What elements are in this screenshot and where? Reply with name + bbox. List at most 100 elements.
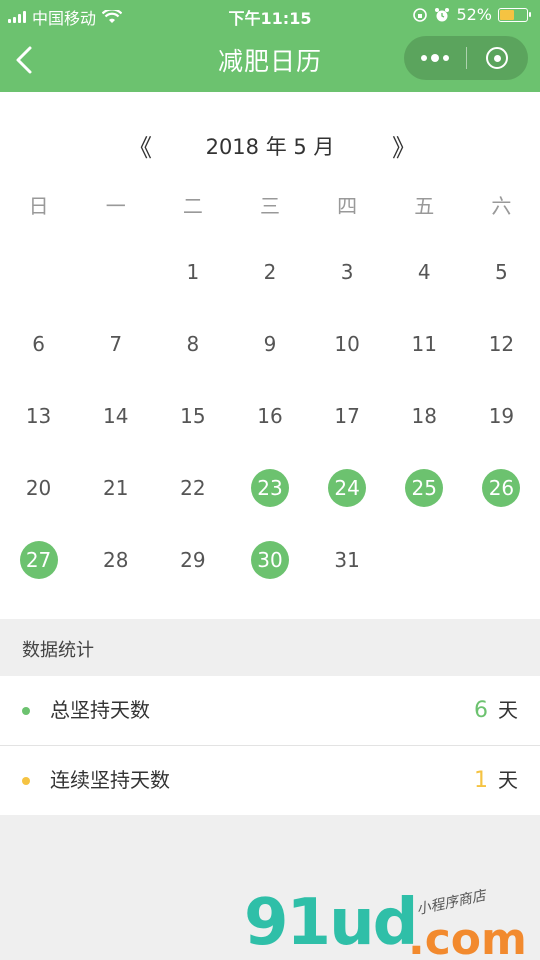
day-cell: 9 <box>231 308 308 380</box>
day[interactable]: 9 <box>251 325 289 363</box>
day-cell: 19 <box>463 380 540 452</box>
day-checked[interactable]: 30 <box>250 541 289 579</box>
month-navigator: 《 2018 年 5 月 》 <box>0 128 540 163</box>
day[interactable]: 16 <box>251 397 289 435</box>
day-cell: 2 <box>231 236 308 308</box>
day-cell: 7 <box>77 308 154 380</box>
streak-days-value: 1 <box>474 768 488 793</box>
day[interactable]: 20 <box>20 469 58 507</box>
battery-percent: 52% <box>456 5 492 24</box>
day[interactable]: 21 <box>97 469 135 507</box>
day[interactable]: 15 <box>174 397 212 435</box>
day-cell: 5 <box>463 236 540 308</box>
day-cell: 3 <box>309 236 386 308</box>
mini-program-capsule <box>404 36 528 80</box>
alarm-icon <box>435 7 450 21</box>
day[interactable]: 28 <box>97 541 135 579</box>
day-cell: 16 <box>231 380 308 452</box>
battery-icon <box>498 7 531 22</box>
battery-fill <box>500 9 514 20</box>
status-right: 52% <box>412 5 531 24</box>
weekday-label: 一 <box>105 194 126 218</box>
day[interactable]: 1 <box>174 253 212 291</box>
day-cell: 30 <box>231 524 308 596</box>
streak-days-unit: 天 <box>498 768 518 792</box>
day-cell: 10 <box>309 308 386 380</box>
day-cell: 15 <box>154 380 231 452</box>
day-checked[interactable]: 24 <box>328 469 367 507</box>
weekday-label: 二 <box>182 194 203 218</box>
day-cell: 20 <box>0 452 77 524</box>
day-cell: 18 <box>386 380 463 452</box>
month-label: 2018 年 5 月 <box>205 135 335 159</box>
calendar-panel: 《 2018 年 5 月 》 日 一 二 三 四 五 六 1 2 3 4 5 6 7 8 9 10… <box>0 92 540 619</box>
more-dots-icon <box>420 53 449 62</box>
day[interactable]: 22 <box>174 469 212 507</box>
watermark-logo: 91ud <box>244 886 418 960</box>
day[interactable]: 5 <box>482 253 520 291</box>
app-header: 中国移动 下午11:15 52% 减肥日历 <box>0 0 540 92</box>
day-cell: 29 <box>154 524 231 596</box>
day[interactable]: 17 <box>328 397 366 435</box>
watermark-domain: .com <box>408 914 527 960</box>
day-cell: 28 <box>77 524 154 596</box>
more-button[interactable] <box>404 36 466 80</box>
day[interactable]: 18 <box>405 397 443 435</box>
total-dot <box>22 707 30 715</box>
weekday-label: 日 <box>28 194 49 218</box>
day-cell: 8 <box>154 308 231 380</box>
day-cell: 31 <box>309 524 386 596</box>
watermark: 91ud .com 小程序商店 <box>240 880 540 960</box>
day-cell: 23 <box>231 452 308 524</box>
day-cell: 22 <box>154 452 231 524</box>
day[interactable]: 19 <box>482 397 520 435</box>
status-bar: 中国移动 下午11:15 52% <box>0 0 540 30</box>
day-cell: 27 <box>0 524 77 596</box>
day[interactable]: 7 <box>97 325 135 363</box>
day-cell: 4 <box>386 236 463 308</box>
day-grid: 1 2 3 4 5 6 7 8 9 10 11 12 13 14 15 16 17 18 19 20 21 22 23 24 2… <box>0 236 540 596</box>
day-cell: 25 <box>386 452 463 524</box>
day[interactable]: 14 <box>97 397 135 435</box>
empty-day-cell <box>77 236 154 308</box>
day[interactable]: 11 <box>405 325 443 363</box>
day-cell: 12 <box>463 308 540 380</box>
day-cell: 6 <box>0 308 77 380</box>
total-days-label: 总坚持天数 <box>50 698 150 722</box>
total-days-unit: 天 <box>498 698 518 722</box>
weekday-label: 五 <box>414 194 435 218</box>
day[interactable]: 12 <box>482 325 520 363</box>
day-cell: 14 <box>77 380 154 452</box>
day-checked[interactable]: 27 <box>19 541 58 579</box>
weekday-header: 日 一 二 三 四 五 六 <box>0 190 540 219</box>
day[interactable]: 8 <box>174 325 212 363</box>
day[interactable]: 6 <box>20 325 58 363</box>
day[interactable]: 29 <box>174 541 212 579</box>
day[interactable]: 10 <box>328 325 366 363</box>
day[interactable]: 4 <box>405 253 443 291</box>
weekday-label: 六 <box>491 194 512 218</box>
empty-day-cell <box>0 236 77 308</box>
stats-section-title: 数据统计 <box>0 619 540 676</box>
day-cell: 21 <box>77 452 154 524</box>
day-cell: 13 <box>0 380 77 452</box>
total-days-value: 6 <box>474 698 488 723</box>
streak-dot <box>22 777 30 785</box>
next-month-button[interactable]: 》 <box>392 128 416 163</box>
day-cell: 1 <box>154 236 231 308</box>
target-circle-icon <box>486 47 509 69</box>
close-button[interactable] <box>467 36 529 80</box>
streak-days-label: 连续坚持天数 <box>50 768 170 792</box>
day-cell: 11 <box>386 308 463 380</box>
day[interactable]: 2 <box>251 253 289 291</box>
day-cell: 17 <box>309 380 386 452</box>
day[interactable]: 31 <box>328 541 366 579</box>
weekday-label: 三 <box>259 194 280 218</box>
day[interactable]: 3 <box>328 253 366 291</box>
streak-days-row: 连续坚持天数 1 天 <box>0 746 540 815</box>
rotation-lock-icon <box>413 7 428 22</box>
day-checked[interactable]: 23 <box>250 469 289 507</box>
day-checked[interactable]: 26 <box>482 469 521 507</box>
day[interactable]: 13 <box>20 397 58 435</box>
day-checked[interactable]: 25 <box>405 469 444 507</box>
